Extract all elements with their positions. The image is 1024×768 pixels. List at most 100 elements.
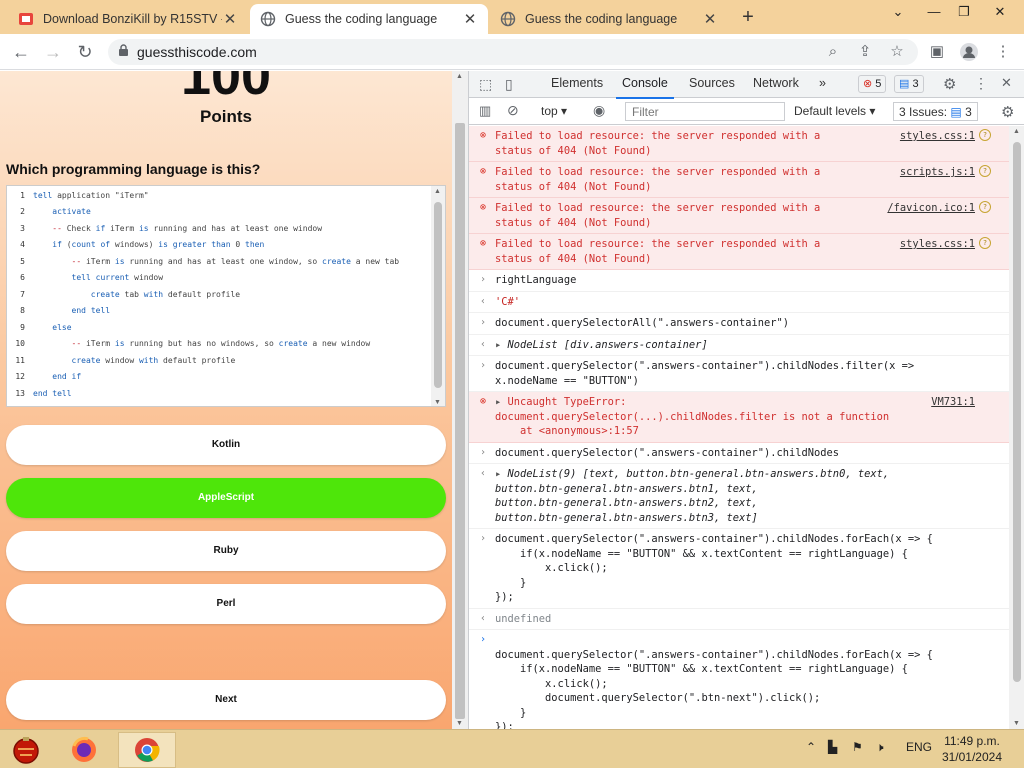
scroll-up-icon[interactable]: ▲	[434, 188, 441, 195]
language-indicator[interactable]: ENG	[906, 740, 932, 754]
close-window-icon[interactable]: ✕	[988, 2, 1012, 22]
bookmark-star-icon[interactable]: ☆	[886, 41, 908, 63]
answer-button-kotlin[interactable]: Kotlin	[6, 425, 446, 465]
error-icon: ⊗	[479, 202, 487, 213]
devtools-tab-sources[interactable]: Sources	[689, 76, 735, 90]
settings-gear-icon[interactable]: ⚙	[943, 75, 956, 93]
zoom-icon[interactable]: ⌕	[822, 41, 844, 63]
console-entry-error: ⊗ Failed to load resource: the server res…	[469, 234, 1009, 270]
sidebar-toggle-icon[interactable]: ▥	[479, 103, 491, 119]
line-number: 2	[20, 207, 25, 217]
code-text: end tell	[33, 388, 72, 398]
clock[interactable]: 11:49 p.m. 31/01/2024	[942, 733, 1002, 765]
answer-button-perl[interactable]: Perl	[6, 584, 446, 624]
expand-triangle-icon[interactable]: ▸	[495, 468, 508, 480]
code-line: 13 end tell	[7, 385, 445, 402]
console-text: NodeList(9) [text, button.btn-general.bt…	[495, 468, 890, 524]
show-hidden-icons[interactable]: ⌃	[806, 740, 816, 754]
devtools-tab-network[interactable]: Network	[753, 76, 799, 90]
back-icon[interactable]: ←	[10, 41, 32, 63]
profile-avatar-icon[interactable]	[958, 41, 980, 63]
minimize-icon[interactable]: —	[922, 2, 946, 22]
tab-guess-code-active[interactable]: Guess the coding language ✕	[250, 4, 488, 34]
more-tabs-icon[interactable]: »	[819, 76, 826, 90]
console-text[interactable]: document.querySelector(".answers-contain…	[495, 649, 933, 730]
clear-console-icon[interactable]: ⊘	[507, 102, 519, 119]
tab-bonzikill[interactable]: Download BonziKill by R15STV - ✕	[8, 4, 248, 34]
issues-count: 3	[965, 105, 972, 119]
expand-triangle-icon[interactable]: ▸	[495, 396, 508, 408]
log-levels-dropdown[interactable]: Default levels ▾	[794, 104, 875, 118]
reload-icon[interactable]: ↻	[74, 41, 96, 63]
console-entry-input: › document.querySelector(".answers-contai…	[469, 529, 1009, 609]
live-expression-eye-icon[interactable]: ◉	[593, 102, 605, 119]
console-text: Failed to load resource: the server resp…	[495, 166, 821, 193]
console-scroll-thumb[interactable]	[1013, 142, 1021, 682]
console-scrollbar[interactable]: ▲ ▼	[1009, 126, 1024, 729]
scroll-down-icon[interactable]: ▼	[456, 720, 463, 727]
source-link[interactable]: VM731:1	[931, 395, 975, 410]
devtools-tab-elements[interactable]: Elements	[551, 76, 603, 90]
tab-search-icon[interactable]: ⌄	[886, 2, 910, 22]
source-link[interactable]: styles.css:1	[900, 237, 975, 252]
answer-button-applescript[interactable]: AppleScript	[6, 478, 446, 518]
forward-icon[interactable]: →	[42, 41, 64, 63]
issues-button[interactable]: 3 Issues: ▤ 3	[893, 102, 978, 121]
lightbulb-icon[interactable]: ?	[979, 237, 991, 249]
next-button[interactable]: Next	[6, 680, 446, 720]
console-text: 'C#'	[495, 295, 521, 308]
device-toolbar-icon[interactable]: ▯	[505, 76, 513, 93]
code-scroll-thumb[interactable]	[434, 202, 442, 388]
code-line: 1 tell application "iTerm"	[7, 187, 445, 204]
lightbulb-icon[interactable]: ?	[979, 129, 991, 141]
question-title: Which programming language is this?	[6, 161, 261, 177]
close-tab-icon[interactable]: ✕	[702, 10, 718, 28]
expand-triangle-icon[interactable]: ▸	[495, 339, 508, 351]
browser-menu-icon[interactable]: ⋮	[992, 41, 1014, 63]
lightbulb-icon[interactable]: ?	[979, 201, 991, 213]
message-count-badge[interactable]: ▤ 3	[894, 75, 924, 93]
context-selector[interactable]: top ▾	[541, 104, 567, 118]
devtools-menu-icon[interactable]: ⋮	[974, 75, 988, 92]
close-tab-icon[interactable]: ✕	[222, 10, 238, 28]
code-text: end if	[52, 372, 82, 382]
volume-muted-icon[interactable]: 🕨	[876, 740, 884, 755]
side-panel-icon[interactable]: ▣	[926, 41, 948, 63]
source-link[interactable]: /favicon.ico:1	[887, 201, 975, 216]
new-tab-button[interactable]: +	[738, 6, 758, 28]
answer-button-ruby[interactable]: Ruby	[6, 531, 446, 571]
taskbar-chrome[interactable]	[118, 732, 176, 768]
start-orb-icon	[13, 737, 39, 764]
scroll-down-icon[interactable]: ▼	[434, 399, 441, 406]
page-scrollbar[interactable]: ▲ ▼	[452, 71, 468, 729]
action-center-flag-icon[interactable]: ⚑	[852, 740, 863, 754]
console-filter-input[interactable]: Filter	[625, 102, 785, 121]
message-icon: ▤	[899, 78, 910, 90]
devtools-tab-console[interactable]: Console	[616, 76, 674, 99]
console-entry-prompt: › document.querySelector(".answers-conta…	[469, 630, 1009, 729]
code-line: 9 else	[7, 319, 445, 336]
address-bar[interactable]: guessthiscode.com	[108, 39, 918, 65]
lightbulb-icon[interactable]: ?	[979, 165, 991, 177]
share-icon[interactable]: ⇪	[854, 41, 876, 63]
scroll-down-icon[interactable]: ▼	[1013, 720, 1020, 727]
scroll-up-icon[interactable]: ▲	[1013, 128, 1020, 135]
tab-guess-code[interactable]: Guess the coding language ✕	[490, 4, 728, 34]
restore-icon[interactable]: ❐	[952, 2, 976, 22]
console-settings-gear-icon[interactable]: ⚙	[1001, 103, 1014, 121]
source-link[interactable]: scripts.js:1	[900, 165, 975, 180]
network-icon[interactable]: ▙	[828, 740, 837, 754]
error-count-badge[interactable]: ⊗ 5	[858, 75, 887, 93]
taskbar-firefox[interactable]	[60, 732, 108, 768]
globe-icon	[260, 11, 276, 27]
inspect-element-icon[interactable]: ⬚	[479, 76, 492, 93]
page-scroll-thumb[interactable]	[455, 123, 465, 719]
close-devtools-icon[interactable]: ✕	[1001, 75, 1012, 91]
close-tab-icon[interactable]: ✕	[462, 10, 478, 28]
devtools-panel: ⬚ ▯ Elements Console Sources Network » ⊗…	[468, 71, 1024, 729]
source-link[interactable]: styles.css:1	[900, 129, 975, 144]
scroll-up-icon[interactable]: ▲	[456, 73, 463, 80]
start-button[interactable]	[2, 732, 50, 768]
code-scrollbar[interactable]: ▲ ▼	[431, 186, 445, 406]
console-text: Failed to load resource: the server resp…	[495, 130, 821, 157]
